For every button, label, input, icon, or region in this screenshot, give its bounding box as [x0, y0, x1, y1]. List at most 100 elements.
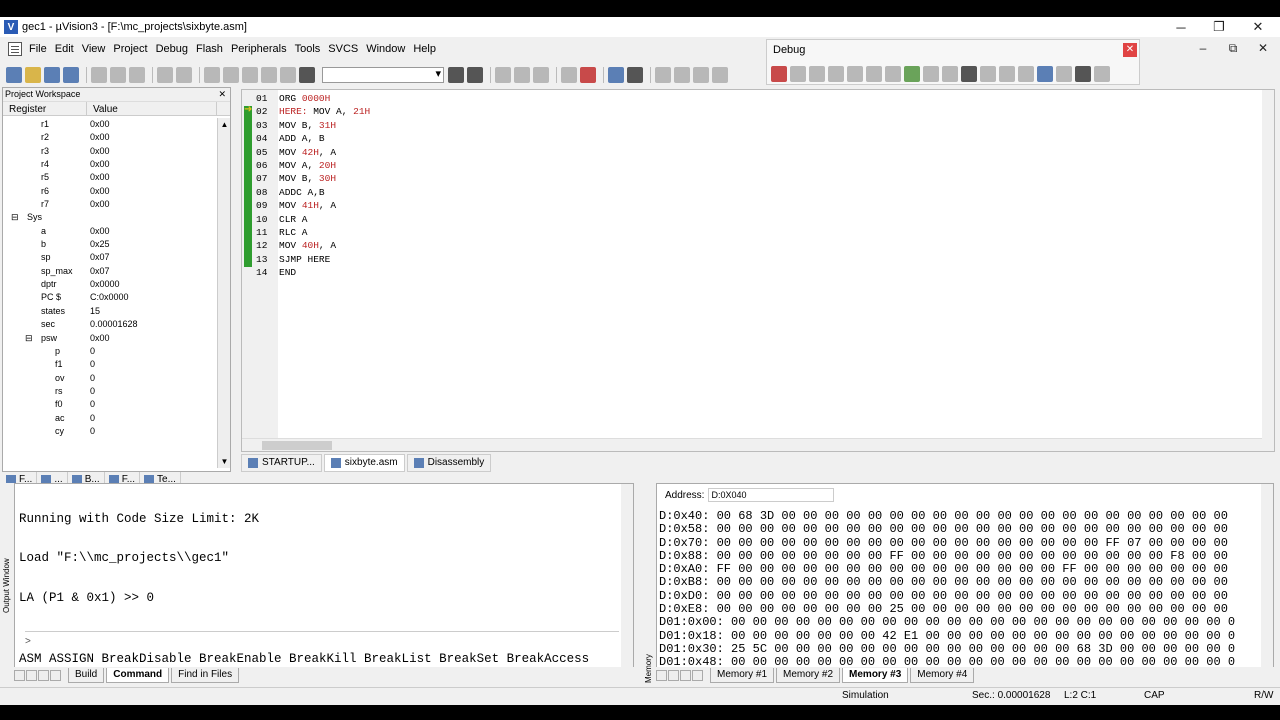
indent-icon[interactable] [204, 67, 220, 83]
first-tab-icon[interactable] [14, 669, 25, 681]
register-row[interactable]: PC $ C:0x0000 [3, 291, 217, 304]
mdi-minimize-button[interactable]: – [1194, 41, 1212, 55]
address-input[interactable]: D:0X040 [708, 488, 835, 502]
menu-svcs[interactable]: SVCS [324, 43, 362, 55]
memory-window-icon[interactable] [1037, 66, 1053, 82]
code-line[interactable]: 06 MOV A, 20H [256, 159, 370, 172]
tree-expander-icon[interactable]: ⊟ [11, 211, 19, 224]
next-tab-icon[interactable] [680, 669, 691, 681]
hand-icon[interactable] [655, 67, 671, 83]
tab-memory-4[interactable]: Memory #4 [910, 667, 975, 683]
register-value[interactable]: 0x00 [90, 118, 217, 131]
workspace-scrollbar[interactable]: ▲ ▼ [217, 118, 230, 468]
step-over-icon[interactable] [847, 66, 863, 82]
code-line[interactable]: 08 ADDC A,B [256, 186, 370, 199]
register-value[interactable]: 0.00001628 [90, 318, 217, 331]
menu-view[interactable]: View [78, 43, 110, 55]
code-line[interactable]: 05 MOV 42H, A [256, 146, 370, 159]
menu-debug[interactable]: Debug [152, 43, 192, 55]
undo-icon[interactable] [157, 67, 173, 83]
menu-project[interactable]: Project [109, 43, 151, 55]
logic-analyzer-icon[interactable] [1056, 66, 1072, 82]
tab-sixbyte-asm[interactable]: sixbyte.asm [323, 454, 405, 472]
register-row[interactable]: rs 0 [3, 385, 217, 398]
prev-tab-icon[interactable] [26, 669, 37, 681]
maximize-button[interactable]: ❐ [1199, 17, 1239, 37]
register-row[interactable]: ac 0 [3, 412, 217, 425]
mdi-restore-button[interactable]: ⧉ [1224, 41, 1242, 56]
register-value[interactable]: 15 [90, 305, 217, 318]
register-value[interactable]: 0x0000 [90, 278, 217, 291]
performance-analyzer-icon[interactable] [1018, 66, 1034, 82]
stop-icon[interactable] [809, 66, 825, 82]
register-row[interactable]: r4 0x00 [3, 158, 217, 171]
register-value[interactable]: 0x07 [90, 251, 217, 264]
last-tab-icon[interactable] [692, 669, 703, 681]
forward-arrow-icon[interactable] [514, 67, 530, 83]
save-icon[interactable] [44, 67, 60, 83]
tab-memory-1[interactable]: Memory #1 [710, 667, 775, 683]
memory-row[interactable]: D:0xE8: 00 00 00 00 00 00 00 00 25 00 00… [659, 603, 1259, 616]
register-value[interactable]: 0x00 [90, 145, 217, 158]
register-value[interactable]: 0x00 [90, 225, 217, 238]
show-next-statement-icon[interactable] [904, 66, 920, 82]
reset-icon[interactable] [771, 66, 787, 82]
code-line[interactable]: 04 ADD A, B [256, 132, 370, 145]
minimize-button[interactable]: ─ [1161, 17, 1201, 37]
scroll-thumb[interactable] [262, 441, 332, 450]
register-row[interactable]: states 15 [3, 305, 217, 318]
register-value[interactable]: 0x00 [90, 158, 217, 171]
register-value[interactable]: C:0x0000 [90, 291, 217, 304]
memory-row[interactable]: D:0xB8: 00 00 00 00 00 00 00 00 00 00 00… [659, 576, 1259, 589]
serial-window-icon[interactable] [1075, 66, 1091, 82]
menu-help[interactable]: Help [409, 43, 440, 55]
memory-row[interactable]: D:0x70: 00 00 00 00 00 00 00 00 00 00 00… [659, 537, 1259, 550]
workspace-close-icon[interactable]: ✕ [218, 88, 226, 101]
trace-records-icon[interactable] [942, 66, 958, 82]
register-row[interactable]: dptr 0x0000 [3, 278, 217, 291]
run-to-cursor-icon[interactable] [885, 66, 901, 82]
menu-window[interactable]: Window [362, 43, 409, 55]
register-value[interactable]: 0 [90, 385, 217, 398]
back-arrow-icon[interactable] [495, 67, 511, 83]
incremental-find-icon[interactable] [467, 67, 483, 83]
tree-expander-icon[interactable]: ⊟ [25, 332, 33, 345]
memory-row[interactable]: D01:0x18: 00 00 00 00 00 00 00 42 E1 00 … [659, 630, 1259, 643]
menu-file[interactable]: File [25, 43, 51, 55]
register-row[interactable]: f0 0 [3, 398, 217, 411]
close-button[interactable]: ✕ [1238, 17, 1278, 37]
register-row[interactable]: p0 [3, 345, 217, 358]
editor-horizontal-scrollbar[interactable] [242, 438, 1274, 451]
register-value[interactable]: 0 [90, 398, 217, 411]
tab-find-in-files[interactable]: Find in Files [171, 667, 240, 683]
register-row[interactable]: sec 0.00001628 [3, 318, 217, 331]
register-row[interactable]: ov 0 [3, 372, 217, 385]
scroll-up-icon[interactable]: ▲ [218, 118, 231, 131]
register-value[interactable]: 0 [90, 358, 217, 371]
print-icon[interactable] [561, 67, 577, 83]
memory-row[interactable]: D01:0x30: 25 5C 00 00 00 00 00 00 00 00 … [659, 643, 1259, 656]
code-line[interactable]: 02 HERE: MOV A, 21H [256, 105, 370, 118]
register-row[interactable]: r6 0x00 [3, 185, 217, 198]
trace-icon[interactable] [923, 66, 939, 82]
document-icon[interactable] [8, 42, 22, 56]
memory-row[interactable]: D:0x88: 00 00 00 00 00 00 00 00 FF 00 00… [659, 550, 1259, 563]
code-line[interactable]: 13 SJMP HERE [256, 253, 370, 266]
tab-build[interactable]: Build [68, 667, 105, 683]
scroll-down-icon[interactable]: ▼ [218, 455, 231, 468]
kill-breakpoints-icon[interactable] [693, 67, 709, 83]
run-icon[interactable] [790, 66, 806, 82]
last-tab-icon[interactable] [50, 669, 61, 681]
insert-breakpoint-icon[interactable] [674, 67, 690, 83]
memory-row[interactable]: D:0x58: 00 00 00 00 00 00 00 00 00 00 00… [659, 523, 1259, 536]
new-file-icon[interactable] [6, 67, 22, 83]
memory-row[interactable]: D:0xD0: 00 00 00 00 00 00 00 00 00 00 00… [659, 590, 1259, 603]
next-tab-icon[interactable] [38, 669, 49, 681]
tab-startup[interactable]: STARTUP... [241, 454, 322, 472]
editor-vertical-scrollbar[interactable] [1262, 90, 1274, 451]
memory-row[interactable]: D01:0x00: 00 00 00 00 00 00 00 00 00 00 … [659, 616, 1259, 629]
register-row[interactable]: ⊟ Sys [3, 211, 217, 224]
memory-scrollbar[interactable] [1261, 484, 1273, 670]
code-coverage-icon[interactable] [999, 66, 1015, 82]
code-line[interactable]: 07 MOV B, 30H [256, 172, 370, 185]
